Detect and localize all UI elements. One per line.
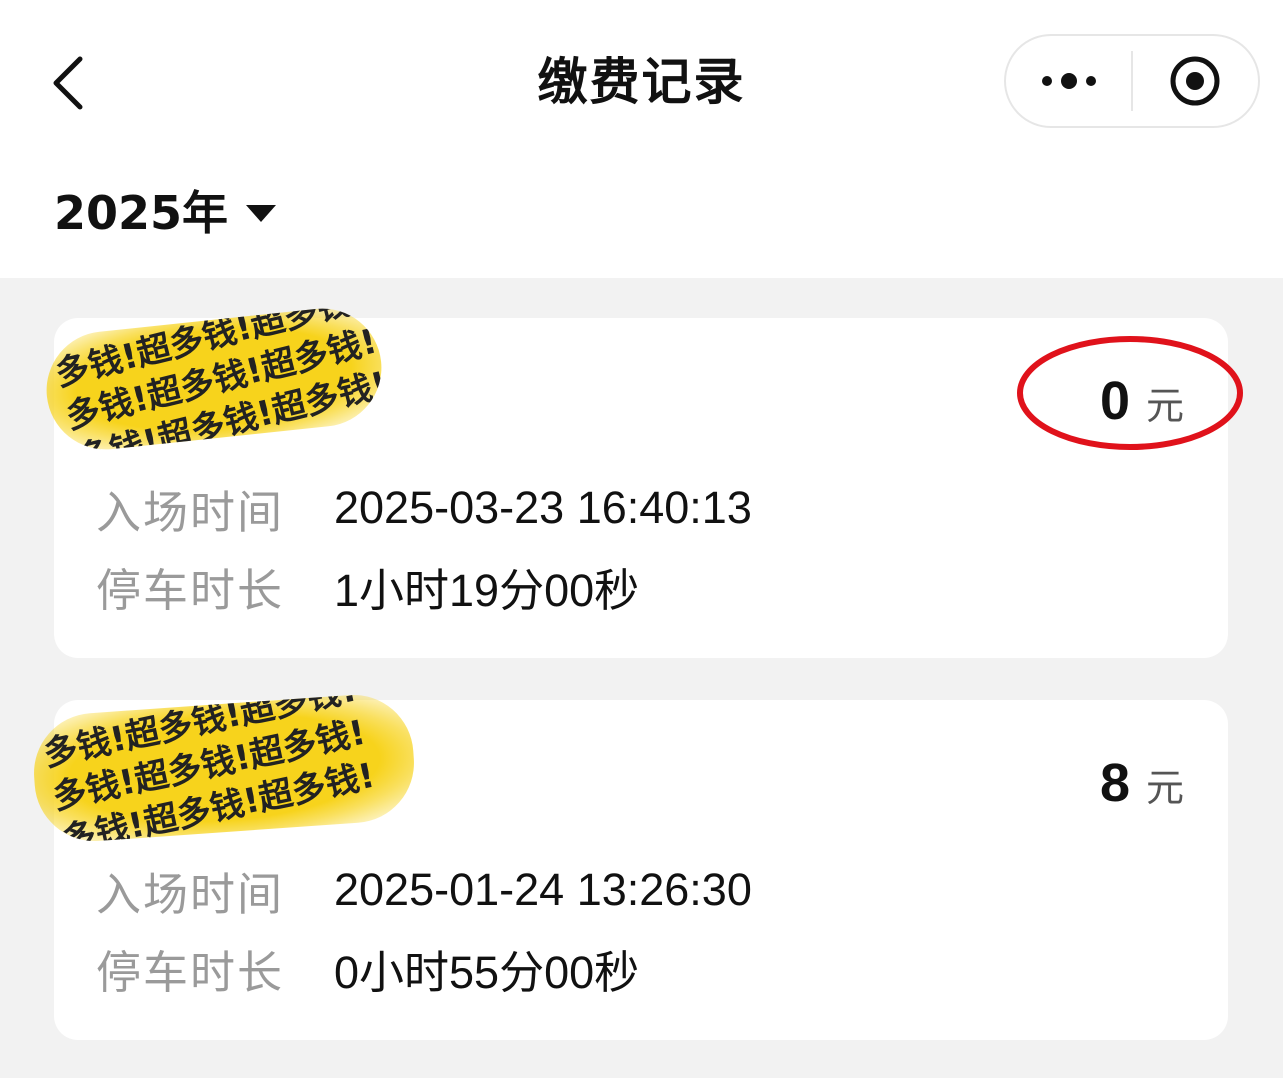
- entry-time-value: 2025-01-24 13:26:30: [334, 864, 752, 915]
- entry-time-row: 入场时间 2025-01-24 13:26:30: [96, 860, 752, 921]
- more-dots-icon: [1041, 73, 1096, 89]
- duration-row: 停车时长 1小时19分00秒: [96, 556, 640, 617]
- entry-time-row: 入场时间 2025-03-23 16:40:13: [96, 478, 752, 539]
- amount-value: 0: [1099, 371, 1130, 431]
- amount-value: 8: [1099, 753, 1130, 813]
- caret-down-icon: [246, 204, 277, 222]
- close-miniprogram-button[interactable]: [1133, 36, 1258, 126]
- amount: 8 元: [1100, 752, 1184, 814]
- year-selector[interactable]: 2025年: [54, 182, 277, 244]
- mini-program-capsule: [1004, 34, 1260, 128]
- entry-time-value: 2025-03-23 16:40:13: [334, 482, 752, 533]
- duration-value: 0小时55分00秒: [334, 946, 640, 998]
- more-button[interactable]: [1006, 36, 1131, 126]
- payment-record-card[interactable]: 多钱!超多钱!超多钱! 多钱!超多钱!超多钱! 多钱!超多钱!超多钱! 8 元 …: [29, 690, 1228, 1040]
- plate-overlay-text: 多钱!超多钱!超多钱! 多钱!超多钱!超多钱! 多钱!超多钱!超多钱!: [51, 302, 388, 456]
- entry-time-label: 入场时间: [96, 867, 285, 921]
- plate-redaction-highlight: 多钱!超多钱!超多钱! 多钱!超多钱!超多钱! 多钱!超多钱!超多钱!: [40, 302, 388, 456]
- plate-redaction-highlight: 多钱!超多钱!超多钱! 多钱!超多钱!超多钱! 多钱!超多钱!超多钱!: [29, 690, 419, 846]
- amount: 0 元: [1100, 370, 1184, 432]
- duration-row: 停车时长 0小时55分00秒: [96, 938, 640, 999]
- plate-overlay-text: 多钱!超多钱!超多钱! 多钱!超多钱!超多钱! 多钱!超多钱!超多钱!: [40, 690, 379, 846]
- duration-label: 停车时长: [96, 945, 285, 999]
- target-circle-icon: [1170, 56, 1220, 106]
- duration-value: 1小时19分00秒: [334, 564, 640, 616]
- payment-record-card[interactable]: 多钱!超多钱!超多钱! 多钱!超多钱!超多钱! 多钱!超多钱!超多钱! 0 元 …: [40, 302, 1243, 658]
- duration-label: 停车时长: [96, 563, 285, 617]
- entry-time-label: 入场时间: [96, 485, 285, 539]
- year-label: 2025年: [54, 186, 229, 240]
- amount-unit: 元: [1145, 766, 1184, 810]
- navigation-bar: 缴费记录 2025年: [0, 0, 1283, 278]
- amount-unit: 元: [1145, 384, 1184, 428]
